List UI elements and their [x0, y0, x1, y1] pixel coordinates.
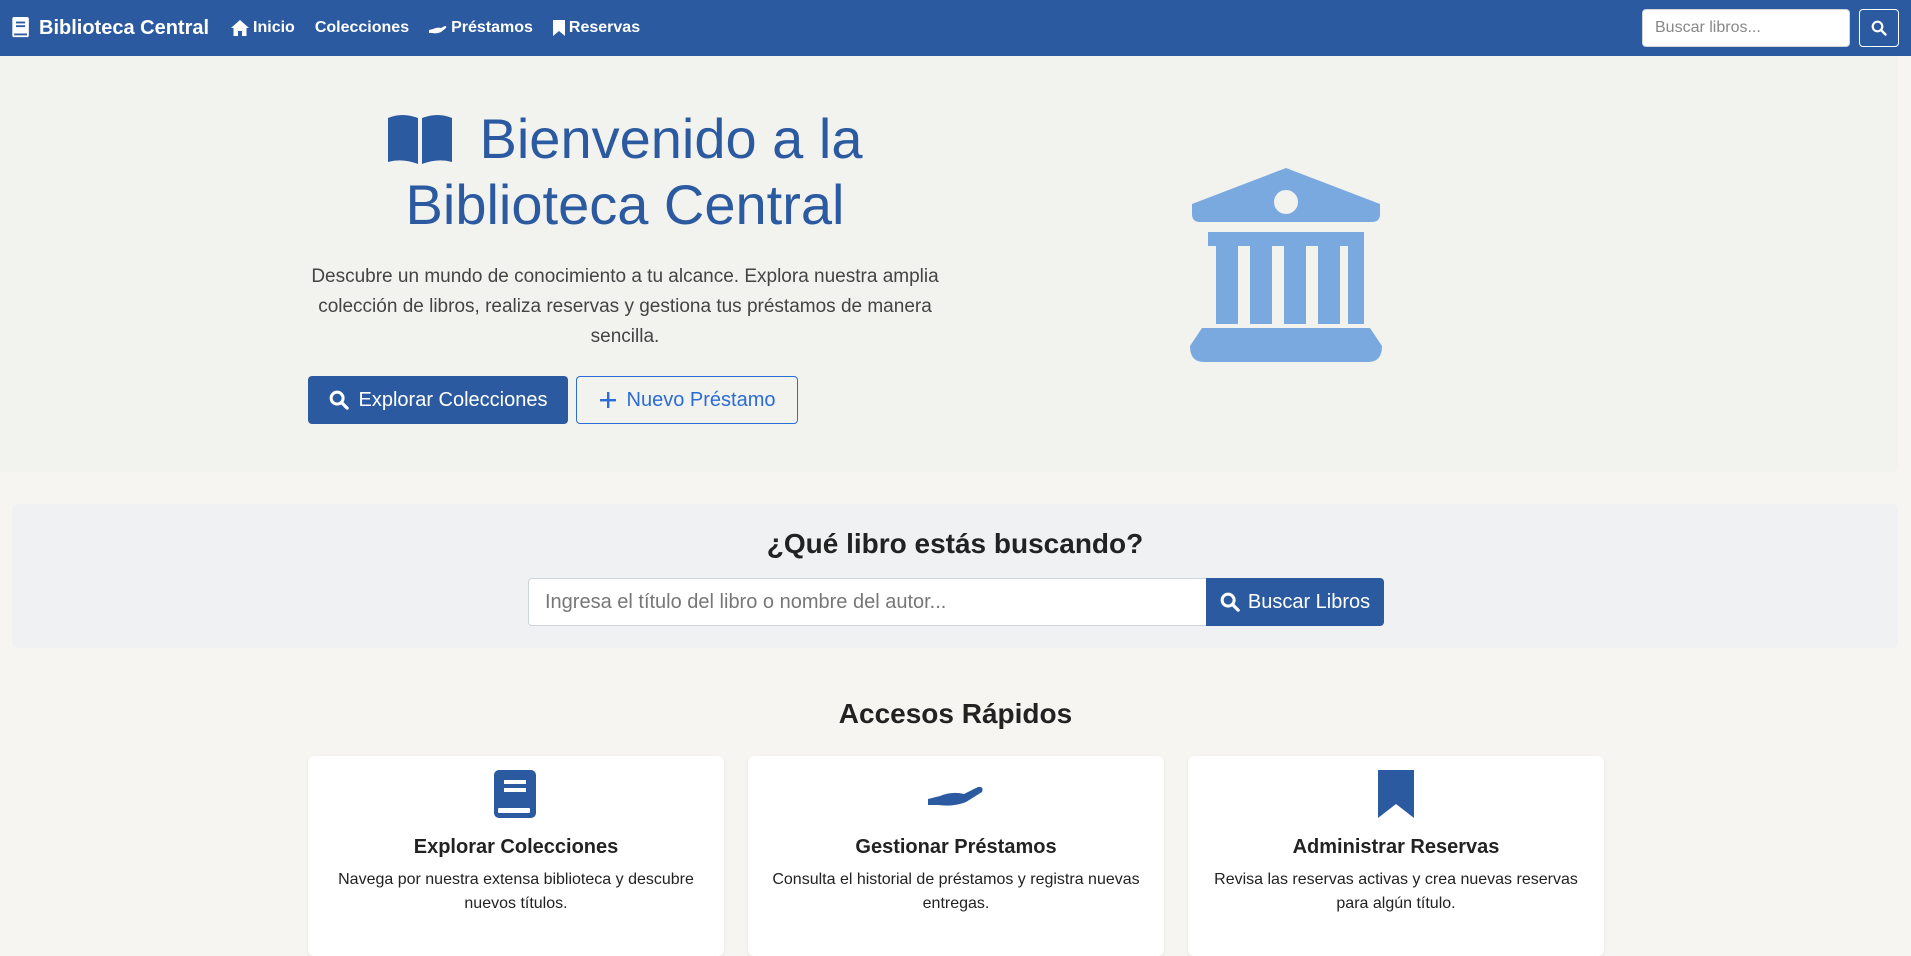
brand-label: Biblioteca Central — [39, 16, 210, 39]
card-title: Gestionar Préstamos — [855, 836, 1057, 858]
book-icon — [494, 770, 536, 818]
hand-holding-icon — [928, 786, 983, 806]
open-book-icon — [387, 115, 452, 164]
nav-item-label: Reservas — [568, 19, 641, 36]
button-label: Nuevo Préstamo — [626, 388, 776, 411]
nav-item-label: Préstamos — [451, 19, 533, 36]
home-icon — [231, 20, 250, 36]
search-icon — [1220, 592, 1240, 612]
search-books-button[interactable]: Buscar Libros — [1206, 578, 1384, 626]
landmark-icon — [1190, 168, 1382, 362]
search-title: ¿Qué libro estás buscando? — [766, 528, 1144, 559]
card-description: Revisa las reservas activas y crea nueva… — [1214, 871, 1578, 912]
nav-item-reservas[interactable]: Reservas — [552, 19, 641, 37]
nav-search-input[interactable] — [1642, 9, 1850, 47]
hand-holding-icon — [429, 26, 447, 34]
card-description: Consulta el historial de préstamos y reg… — [772, 871, 1140, 912]
card-description: Navega por nuestra extensa biblioteca y … — [338, 871, 694, 912]
card-explore-collections[interactable]: Explorar Colecciones Navega por nuestra … — [308, 756, 724, 956]
search-icon — [1871, 20, 1887, 36]
hero-description: Descubre un mundo de conocimiento a tu a… — [311, 266, 939, 347]
card-manage-loans[interactable]: Gestionar Préstamos Consulta el historia… — [748, 756, 1164, 956]
card-title: Administrar Reservas — [1292, 836, 1500, 858]
hero-title: Bienvenido a la Biblioteca Central — [305, 106, 945, 238]
explore-collections-button[interactable]: Explorar Colecciones — [308, 376, 568, 424]
book-icon — [12, 17, 29, 38]
nav-links: Inicio Colecciones Préstamos Reservas — [231, 19, 660, 37]
quick-access-title: Accesos Rápidos — [838, 698, 1073, 729]
card-manage-reservations[interactable]: Administrar Reservas Revisa las reservas… — [1188, 756, 1604, 956]
brand-link[interactable]: Biblioteca Central — [12, 17, 209, 40]
book-search-input[interactable] — [528, 578, 1218, 626]
book-search-section: ¿Qué libro estás buscando? Buscar Libros — [12, 504, 1898, 648]
nav-item-label: Inicio — [253, 19, 295, 36]
new-loan-button[interactable]: Nuevo Préstamo — [576, 376, 798, 424]
nav-item-colecciones[interactable]: Colecciones — [315, 19, 409, 37]
nav-item-prestamos[interactable]: Préstamos — [429, 19, 533, 37]
hero-title-text: Bienvenido a la Biblioteca Central — [405, 107, 863, 236]
bookmark-icon — [1378, 770, 1414, 818]
search-icon — [329, 390, 349, 410]
nav-item-inicio[interactable]: Inicio — [231, 19, 295, 37]
card-title: Explorar Colecciones — [413, 836, 619, 858]
nav-search-button[interactable] — [1859, 9, 1899, 47]
nav-item-label: Colecciones — [314, 19, 410, 36]
hero-section: Bienvenido a la Biblioteca Central Descu… — [0, 56, 1898, 472]
button-label: Buscar Libros — [1247, 590, 1371, 613]
plus-icon — [599, 392, 616, 408]
bookmark-icon — [552, 20, 565, 36]
navbar: Biblioteca Central Inicio Colecciones Pr… — [0, 0, 1911, 56]
button-label: Explorar Colecciones — [358, 388, 548, 411]
